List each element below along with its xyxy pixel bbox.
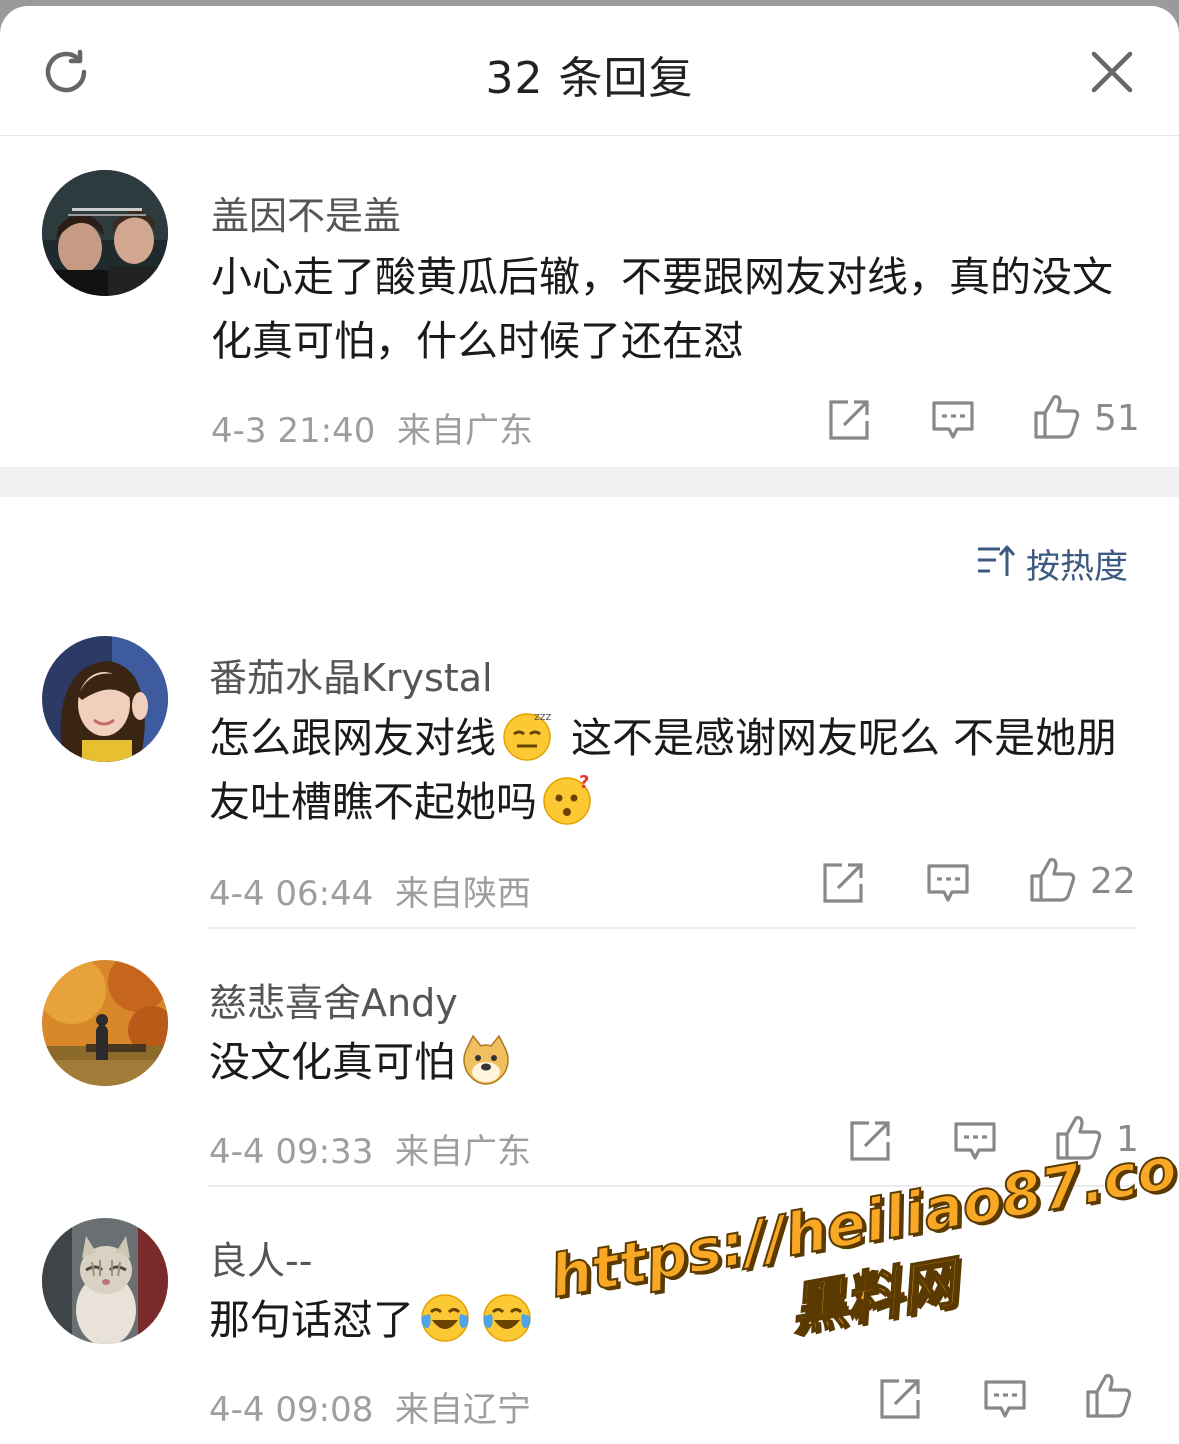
like-button[interactable]: 51 xyxy=(1032,393,1140,443)
username[interactable]: 慈悲喜舍Andy xyxy=(209,972,458,1027)
section-divider xyxy=(0,467,1179,497)
doge-emoji-icon xyxy=(459,1032,513,1086)
sheet-header: 32 条回复 xyxy=(0,6,1179,136)
timestamp: 4-4 09:33 xyxy=(209,1132,374,1172)
page-title: 32 条回复 xyxy=(485,53,694,104)
sort-label: 按热度 xyxy=(1026,546,1128,587)
timestamp: 4-4 09:08 xyxy=(209,1390,374,1430)
sort-toggle[interactable]: 按热度 xyxy=(976,538,1128,588)
share-button[interactable] xyxy=(847,1118,893,1168)
comment-meta: 4-4 06:44 来自陕西 xyxy=(209,866,531,915)
comment-icon xyxy=(952,1118,998,1168)
share-icon xyxy=(847,1118,893,1168)
avatar[interactable] xyxy=(42,1218,168,1344)
reply-divider xyxy=(207,927,1135,929)
location: 来自广东 xyxy=(396,411,533,451)
reply-button[interactable] xyxy=(925,860,971,910)
share-icon xyxy=(877,1376,923,1426)
close-icon[interactable] xyxy=(1080,40,1144,104)
like-button[interactable] xyxy=(1084,1372,1146,1422)
location: 来自辽宁 xyxy=(394,1390,531,1430)
share-icon xyxy=(820,860,866,910)
username[interactable]: 盖因不是盖 xyxy=(211,185,401,240)
share-icon xyxy=(826,397,872,447)
comment-text: 小心走了酸黄瓜后辙，不要跟网友对线，真的没文化真可怕，什么时候了还在怼 xyxy=(211,253,1113,365)
comment-icon xyxy=(982,1376,1028,1426)
confused-face-emoji-icon: ? xyxy=(541,772,595,826)
like-count: 22 xyxy=(1090,860,1136,902)
like-count: 51 xyxy=(1094,397,1140,439)
comment-text-part: 那句话怼了 xyxy=(209,1296,414,1344)
thumbs-up-icon xyxy=(1032,391,1082,445)
comment-icon xyxy=(930,397,976,447)
avatar[interactable] xyxy=(42,636,168,762)
share-button[interactable] xyxy=(820,860,866,910)
comment-text: 没文化真可怕 xyxy=(209,1030,1129,1094)
location: 来自广东 xyxy=(394,1132,531,1172)
svg-text:?: ? xyxy=(579,772,589,793)
share-button[interactable] xyxy=(826,397,872,447)
comment-meta: 4-3 21:40 来自广东 xyxy=(211,403,533,452)
laugh-cry-emoji-icon xyxy=(418,1290,472,1344)
username[interactable]: 番茄水晶Krystal xyxy=(209,647,493,702)
comment-text-part: 怎么跟网友对线 xyxy=(209,714,496,762)
location: 来自陕西 xyxy=(394,874,531,914)
like-button[interactable]: 1 xyxy=(1054,1114,1139,1164)
like-count: 1 xyxy=(1116,1118,1139,1160)
sort-icon xyxy=(976,543,1016,583)
reply-button[interactable] xyxy=(982,1376,1028,1426)
username[interactable]: 良人-- xyxy=(209,1230,312,1285)
thumbs-up-icon xyxy=(1028,854,1078,908)
root-comment: 盖因不是盖 小心走了酸黄瓜后辙，不要跟网友对线，真的没文化真可怕，什么时候了还在… xyxy=(0,137,1179,467)
timestamp: 4-4 06:44 xyxy=(209,874,374,914)
comment-icon xyxy=(925,860,971,910)
comment-meta: 4-4 09:33 来自广东 xyxy=(209,1124,531,1173)
sleepy-face-emoji-icon: zzz xyxy=(500,708,554,762)
reply-button[interactable] xyxy=(930,397,976,447)
thumbs-up-icon xyxy=(1054,1112,1104,1166)
reply-button[interactable] xyxy=(952,1118,998,1168)
laugh-cry-emoji-icon xyxy=(480,1290,534,1344)
comment-text-part: 没文化真可怕 xyxy=(209,1038,455,1086)
svg-text:zzz: zzz xyxy=(534,710,552,723)
share-button[interactable] xyxy=(877,1376,923,1426)
comment-meta: 4-4 09:08 来自辽宁 xyxy=(209,1382,531,1431)
timestamp: 4-3 21:40 xyxy=(211,411,376,451)
avatar[interactable] xyxy=(42,960,168,1086)
comment-text: 怎么跟网友对线 zzz 这不是感谢网友呢么 不是她朋友吐槽瞧不起她吗? xyxy=(209,706,1129,834)
reply-sheet: 32 条回复 盖因不是盖 小心走了酸黄瓜后辙，不要跟网友对线，真的没文化真可怕，… xyxy=(0,6,1179,1444)
thumbs-up-icon xyxy=(1084,1370,1134,1424)
reply-divider xyxy=(207,1185,1135,1187)
avatar[interactable] xyxy=(42,170,168,296)
comment-text: 那句话怼了 xyxy=(209,1288,1129,1352)
like-button[interactable]: 22 xyxy=(1028,856,1136,906)
